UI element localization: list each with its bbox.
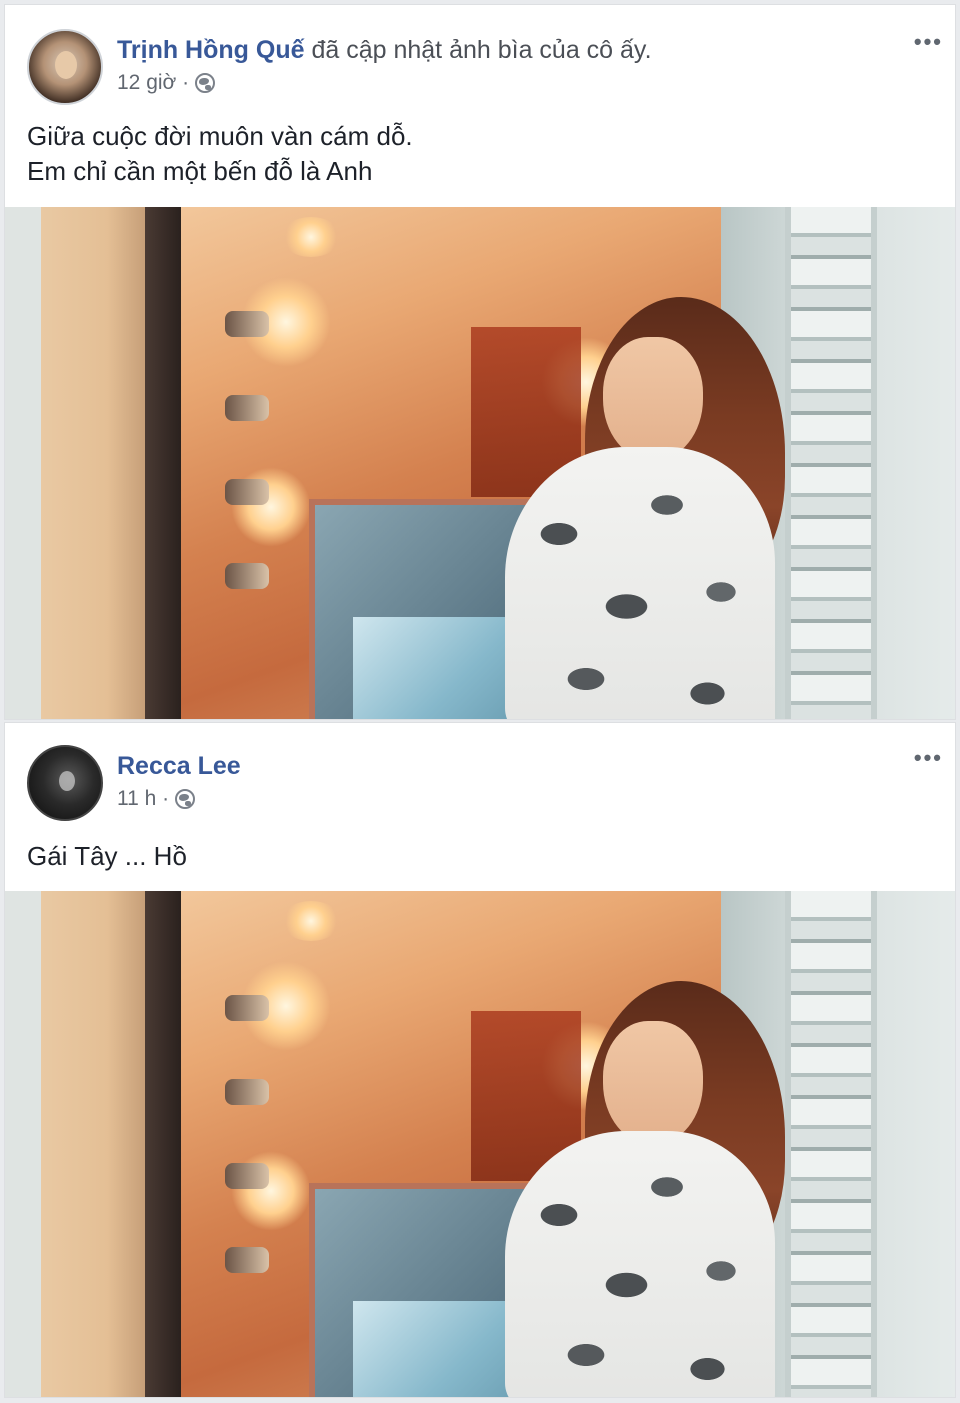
- photo-frame: [145, 891, 181, 1397]
- author-name-link[interactable]: Recca Lee: [117, 752, 241, 780]
- post-header: Recca Lee: [117, 751, 241, 781]
- photo-subject: [485, 297, 805, 719]
- feed-post: Recca Lee 11 h · ••• Gái Tây ... Hồ: [4, 722, 956, 1398]
- post-timestamp[interactable]: 11 h ·: [117, 787, 169, 811]
- more-options-button[interactable]: •••: [914, 745, 943, 771]
- photo-subject: [485, 981, 805, 1397]
- post-text: Giữa cuộc đời muôn vàn cám dỗ. Em chỉ cầ…: [27, 119, 413, 189]
- photo-spotlight: [225, 1163, 269, 1189]
- photo-spotlight: [225, 563, 269, 589]
- post-timestamp[interactable]: 12 giờ ·: [117, 71, 189, 95]
- photo-spotlight: [225, 311, 269, 337]
- avatar-face: [55, 51, 77, 79]
- post-header: Trịnh Hồng Quế đã cập nhật ảnh bìa của c…: [117, 35, 652, 65]
- photo-coat: [505, 1131, 775, 1397]
- post-text-line: Giữa cuộc đời muôn vàn cám dỗ.: [27, 121, 413, 151]
- post-meta: 11 h ·: [117, 787, 196, 811]
- photo-light: [281, 217, 341, 257]
- globe-icon[interactable]: [195, 73, 216, 93]
- photo-spotlight: [225, 1247, 269, 1273]
- photo-face: [603, 1021, 703, 1145]
- author-name-link[interactable]: Trịnh Hồng Quế: [117, 36, 305, 64]
- post-text: Gái Tây ... Hồ: [27, 839, 187, 874]
- photo-wall-left: [5, 207, 41, 719]
- photo-coat: [505, 447, 775, 719]
- author-avatar[interactable]: [27, 29, 103, 105]
- author-avatar[interactable]: [27, 745, 103, 821]
- photo-pillar: [41, 891, 151, 1397]
- photo-scene: [5, 207, 955, 719]
- feed-post: Trịnh Hồng Quế đã cập nhật ảnh bìa của c…: [4, 4, 956, 720]
- photo-spotlight: [225, 995, 269, 1021]
- photo-light: [281, 901, 341, 941]
- post-text-line: Em chỉ cần một bến đỗ là Anh: [27, 156, 373, 186]
- photo-wall-left: [5, 891, 41, 1397]
- photo-spotlight: [225, 1079, 269, 1105]
- globe-icon[interactable]: [175, 789, 196, 809]
- photo-pillar: [41, 207, 151, 719]
- photo-face: [603, 337, 703, 461]
- photo-scene: [5, 891, 955, 1397]
- photo-frame: [145, 207, 181, 719]
- photo-spotlight: [225, 395, 269, 421]
- post-photo[interactable]: [5, 891, 955, 1397]
- post-text-line: Gái Tây ... Hồ: [27, 841, 187, 871]
- avatar-face: [59, 771, 75, 791]
- post-meta: 12 giờ ·: [117, 71, 216, 95]
- more-options-button[interactable]: •••: [914, 29, 943, 55]
- post-photo[interactable]: [5, 207, 955, 719]
- post-action-text: đã cập nhật ảnh bìa của cô ấy.: [311, 36, 652, 64]
- photo-spotlight: [225, 479, 269, 505]
